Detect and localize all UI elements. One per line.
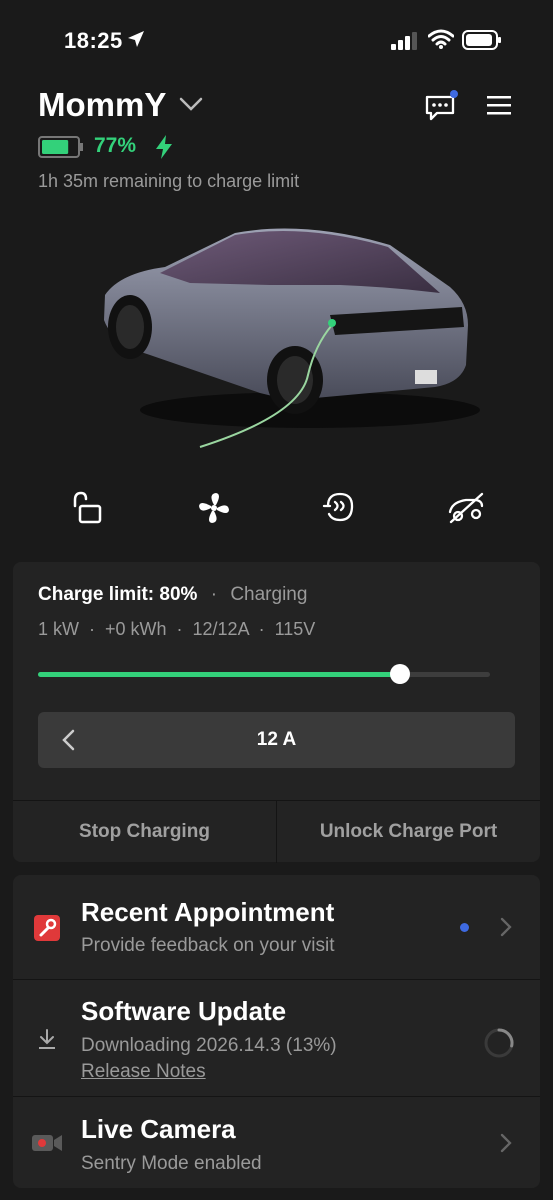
charging-state: Charging — [230, 584, 308, 605]
live-camera-row[interactable]: Live Camera Sentry Mode enabled — [13, 1097, 540, 1188]
cellular-signal-icon — [391, 32, 417, 50]
fan-icon[interactable] — [194, 488, 234, 528]
slider-handle[interactable] — [389, 664, 410, 684]
software-update-row[interactable]: Software Update Downloading 2026.14.3 (1… — [13, 980, 540, 1097]
climate-icon[interactable] — [320, 488, 360, 528]
download-progress-spinner — [484, 1028, 514, 1058]
live-camera-subtitle: Sentry Mode enabled — [81, 1153, 262, 1174]
software-update-status: Downloading 2026.14.3 (13%) — [81, 1035, 337, 1056]
wrench-icon — [34, 915, 60, 941]
chevron-right-icon — [500, 917, 512, 937]
charge-limit-label: Charge limit: 80% — [38, 584, 198, 605]
amperage-control: 12 A — [38, 712, 515, 768]
appointment-title: Recent Appointment — [81, 897, 335, 927]
download-icon — [39, 1029, 55, 1049]
appointment-subtitle: Provide feedback on your visit — [81, 935, 335, 956]
location-arrow-icon — [128, 31, 144, 47]
wifi-icon — [428, 29, 454, 49]
lock-icon[interactable] — [66, 488, 106, 528]
chevron-down-icon[interactable] — [178, 96, 204, 112]
charging-bolt-icon — [156, 135, 172, 159]
battery-percent: 77% — [94, 134, 137, 157]
unlock-charge-port-button[interactable]: Unlock Charge Port — [277, 801, 540, 863]
vehicle-battery-icon — [38, 136, 83, 158]
battery-icon — [462, 30, 501, 50]
charge-limit-line: Charge limit: 80% · Charging — [38, 584, 307, 606]
updates-list: Recent Appointment Provide feedback on y… — [13, 875, 540, 1188]
amperage-value: 12 A — [256, 729, 297, 750]
software-update-title: Software Update — [81, 996, 287, 1026]
charge-limit-slider[interactable] — [38, 664, 490, 684]
car-name[interactable]: MommY — [38, 86, 166, 124]
status-time: 18:25 — [64, 28, 123, 53]
release-notes-link[interactable]: Release Notes — [81, 1061, 206, 1083]
separator: · — [210, 584, 218, 605]
charge-port-icon[interactable] — [446, 488, 486, 528]
recent-appointment-row[interactable]: Recent Appointment Provide feedback on y… — [13, 875, 540, 980]
charge-remaining: 1h 35m remaining to charge limit — [38, 171, 300, 191]
chevron-right-icon — [500, 1133, 512, 1153]
unread-dot — [460, 923, 469, 932]
charge-limit-fill — [38, 672, 400, 677]
menu-icon[interactable] — [486, 94, 512, 116]
status-bar: 18:25 — [0, 0, 553, 80]
charging-actions: Stop Charging Unlock Charge Port — [13, 800, 540, 863]
messages-icon[interactable] — [424, 90, 458, 122]
video-camera-icon — [32, 1135, 62, 1151]
live-camera-title: Live Camera — [81, 1114, 236, 1144]
charging-panel: Charge limit: 80% · Charging 1 kW · +0 k… — [13, 562, 540, 863]
vehicle-image — [104, 228, 480, 448]
stop-charging-button[interactable]: Stop Charging — [13, 801, 277, 863]
charging-stats: 1 kW · +0 kWh · 12/12A · 115V — [38, 619, 316, 639]
